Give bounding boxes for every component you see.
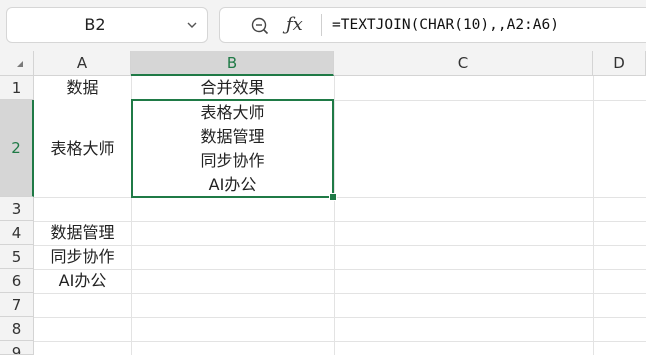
gridline xyxy=(334,76,335,355)
formula-bar[interactable]: ƒx =TEXTJOIN(CHAR(10),,A2:A6) xyxy=(219,7,646,43)
row-header-4[interactable]: 4 xyxy=(0,221,34,245)
selection-border xyxy=(131,99,334,198)
gridline xyxy=(34,341,646,342)
row-header-8[interactable]: 8 xyxy=(0,317,34,341)
select-all-icon xyxy=(17,61,23,67)
row-header-2[interactable]: 2 xyxy=(0,100,34,197)
column-header-a[interactable]: A xyxy=(34,51,131,76)
row-header-3[interactable]: 3 xyxy=(0,197,34,221)
row-header-7[interactable]: 7 xyxy=(0,293,34,317)
cell-a6[interactable]: AI办公 xyxy=(34,269,131,293)
name-box[interactable]: B2 xyxy=(6,7,208,43)
select-all-corner[interactable] xyxy=(0,51,34,76)
chevron-down-icon[interactable] xyxy=(186,19,198,31)
row-header-5[interactable]: 5 xyxy=(0,245,34,269)
cell-b1[interactable]: 合并效果 xyxy=(131,76,334,100)
column-header-d[interactable]: D xyxy=(593,51,646,76)
gridline xyxy=(34,293,646,294)
zoom-icon[interactable] xyxy=(250,16,270,36)
row-header-9[interactable]: 9 xyxy=(0,341,34,355)
name-box-value: B2 xyxy=(84,15,106,34)
gridline xyxy=(34,197,646,198)
spreadsheet-grid[interactable]: A B C D 1 2 3 4 5 6 7 8 9 数据 合并效果 表格大师 表… xyxy=(0,51,646,355)
gridline xyxy=(34,317,646,318)
formula-separator xyxy=(321,14,322,36)
cell-a2[interactable]: 表格大师 xyxy=(34,100,131,197)
formula-input[interactable]: =TEXTJOIN(CHAR(10),,A2:A6) xyxy=(332,8,559,42)
cell-a4[interactable]: 数据管理 xyxy=(34,221,131,245)
fx-icon[interactable]: ƒx xyxy=(286,12,303,38)
cell-a1[interactable]: 数据 xyxy=(34,76,131,100)
row-header-1[interactable]: 1 xyxy=(0,76,34,100)
fill-handle[interactable] xyxy=(329,193,337,201)
gridline xyxy=(593,76,594,355)
row-header-6[interactable]: 6 xyxy=(0,269,34,293)
column-header-c[interactable]: C xyxy=(334,51,593,76)
column-header-b[interactable]: B xyxy=(131,51,334,76)
cell-a5[interactable]: 同步协作 xyxy=(34,245,131,269)
